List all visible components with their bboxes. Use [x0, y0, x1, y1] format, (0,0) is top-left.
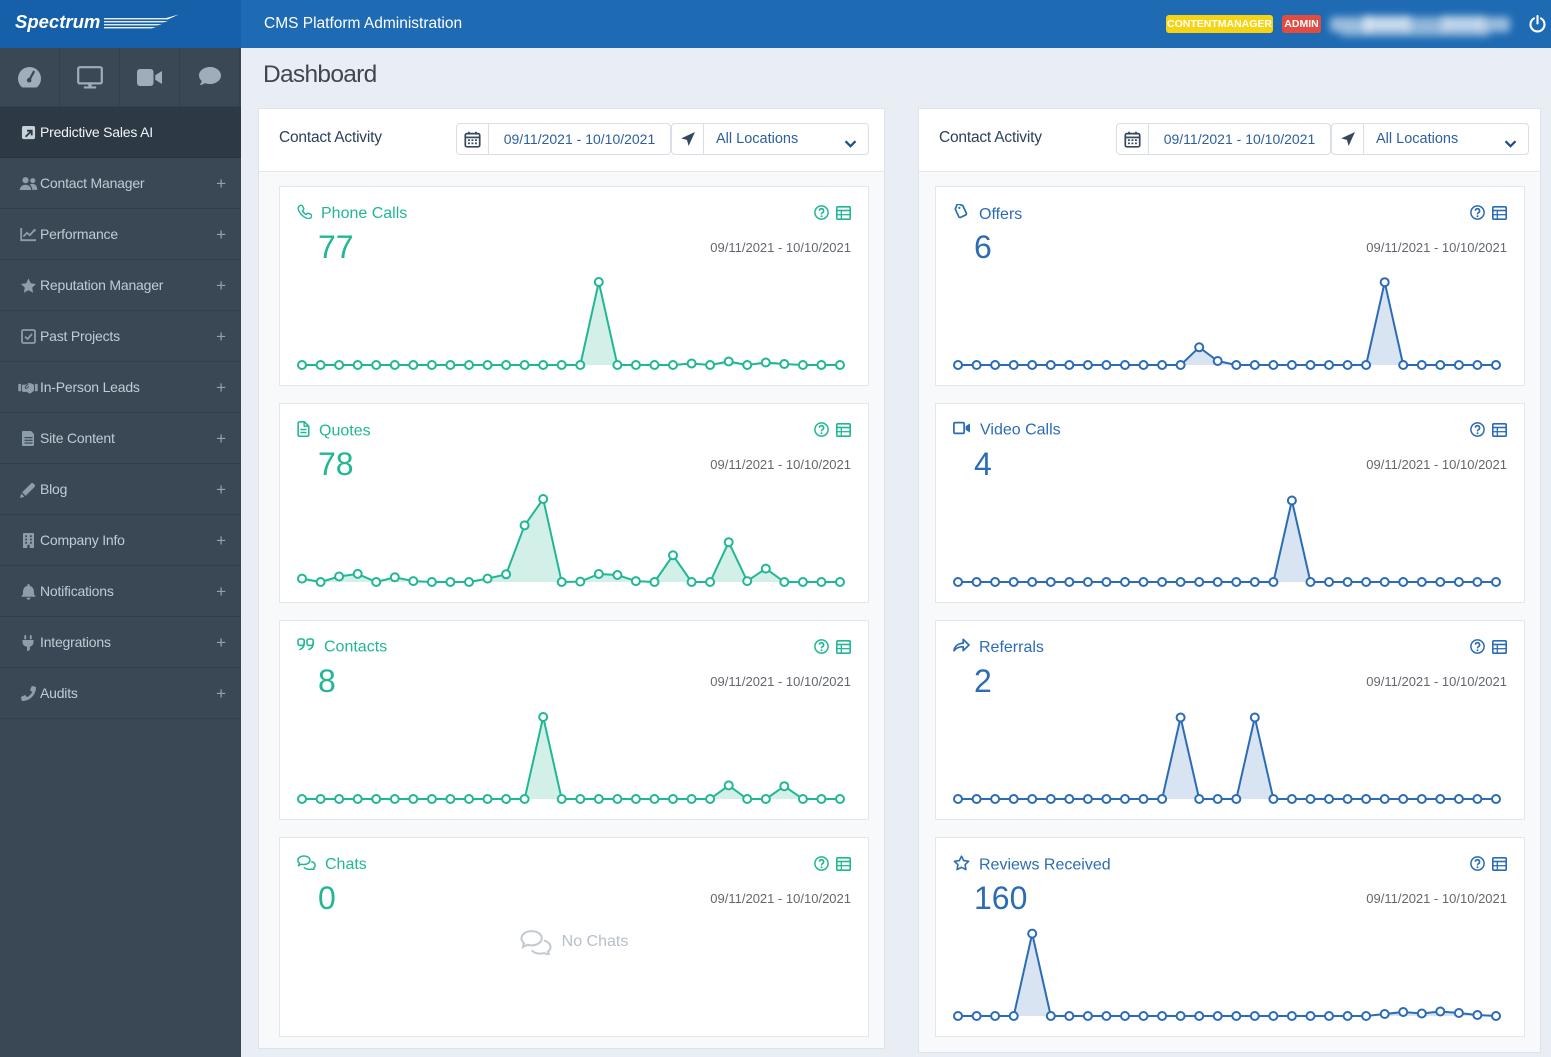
svg-text:Spectrum: Spectrum	[15, 11, 100, 32]
